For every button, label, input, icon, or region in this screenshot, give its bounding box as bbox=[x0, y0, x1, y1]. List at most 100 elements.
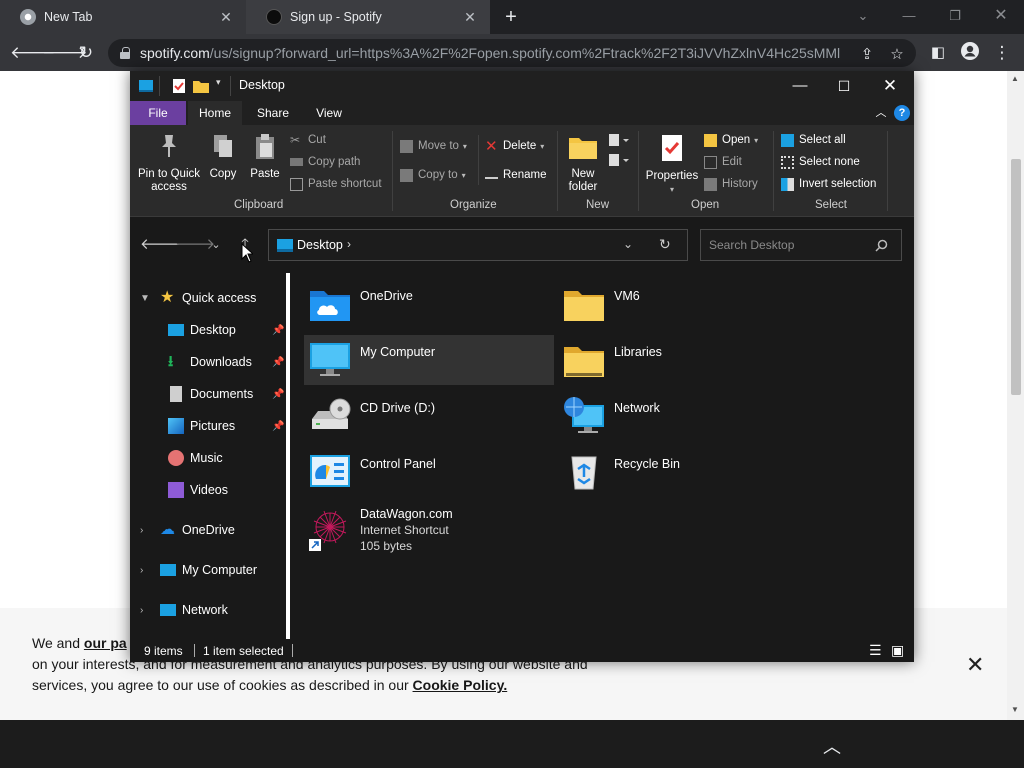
breadcrumb-chevron-icon[interactable]: › bbox=[347, 237, 351, 251]
tab-title: New Tab bbox=[44, 10, 93, 24]
menu-icon[interactable]: ⋮ bbox=[990, 41, 1014, 65]
easy-access-icon[interactable] bbox=[608, 153, 630, 169]
close-icon[interactable]: ✕ bbox=[868, 74, 912, 98]
page-scrollbar[interactable]: ▲ ▼ bbox=[1007, 71, 1024, 720]
large-icons-view-icon[interactable]: ▣ bbox=[891, 642, 904, 659]
breadcrumb-desktop[interactable]: Desktop bbox=[297, 238, 343, 252]
chevron-right-icon[interactable]: › bbox=[140, 605, 143, 616]
nav-videos[interactable]: Videos bbox=[168, 478, 228, 502]
tab-view[interactable]: View bbox=[304, 101, 354, 125]
cut-button[interactable]: ✂ Cut bbox=[290, 131, 326, 149]
chevron-down-icon[interactable]: ▼ bbox=[140, 293, 150, 304]
share-icon[interactable]: ⇪ bbox=[858, 45, 876, 63]
recent-locations-icon[interactable]: ⌄ bbox=[206, 235, 226, 255]
nav-music[interactable]: Music bbox=[168, 446, 223, 470]
forward-icon[interactable]: 🡒 bbox=[175, 235, 215, 255]
refresh-icon[interactable]: ↻ bbox=[659, 236, 671, 253]
close-window-icon[interactable]: ✕ bbox=[978, 4, 1024, 28]
new-folder-button[interactable]: New folder bbox=[562, 133, 604, 194]
cookie-close-icon[interactable]: ✕ bbox=[966, 654, 984, 676]
list-item-cd-drive[interactable]: CD Drive (D:) bbox=[304, 391, 554, 441]
tab-file[interactable]: File bbox=[130, 101, 186, 125]
divider bbox=[392, 131, 393, 211]
rename-button[interactable]: Rename bbox=[485, 166, 546, 184]
chevron-up-icon[interactable]: ︿ bbox=[822, 733, 842, 757]
copy-path-button[interactable]: Copy path bbox=[290, 153, 360, 171]
reload-icon[interactable]: ↻ bbox=[74, 41, 98, 65]
nav-onedrive[interactable]: ☁ OneDrive bbox=[160, 518, 235, 542]
tab-home[interactable]: Home bbox=[188, 101, 242, 125]
edit-button[interactable]: Edit bbox=[704, 153, 742, 171]
help-icon[interactable]: ? bbox=[894, 105, 910, 121]
details-view-icon[interactable]: ☰ bbox=[869, 642, 882, 659]
nav-my-computer[interactable]: My Computer bbox=[160, 558, 257, 582]
nav-network[interactable]: Network bbox=[160, 598, 228, 622]
nav-desktop[interactable]: Desktop bbox=[168, 318, 236, 342]
properties-button[interactable]: Properties ▾ bbox=[644, 133, 700, 196]
delete-button[interactable]: ✕ Delete ▾ bbox=[485, 137, 544, 155]
list-item-control-panel[interactable]: Control Panel bbox=[304, 447, 554, 497]
back-icon[interactable]: 🡐 bbox=[10, 41, 56, 65]
list-item-my-computer[interactable]: My Computer bbox=[304, 335, 554, 385]
minimize-icon[interactable]: — bbox=[886, 4, 932, 28]
new-item-icon[interactable] bbox=[608, 133, 630, 149]
address-bar[interactable]: spotify.com/us/signup?forward_url=https%… bbox=[108, 39, 916, 67]
item-name: Control Panel bbox=[360, 457, 436, 471]
restore-icon[interactable]: ❐ bbox=[932, 4, 978, 28]
onedrive-folder-icon bbox=[310, 291, 350, 321]
chevron-down-icon[interactable]: ⌄ bbox=[623, 237, 633, 251]
copy-button[interactable]: Copy bbox=[206, 133, 240, 181]
list-item-datawagon[interactable]: DataWagon.com Internet Shortcut 105 byte… bbox=[304, 503, 554, 559]
bookmark-star-icon[interactable]: ☆ bbox=[888, 45, 906, 63]
new-tab-button[interactable]: + bbox=[500, 5, 522, 29]
group-label-new: New bbox=[586, 199, 610, 211]
move-to-button[interactable]: Move to ▾ bbox=[400, 137, 467, 155]
nav-documents[interactable]: Documents bbox=[168, 382, 253, 406]
tab-spotify-signup[interactable]: Sign up - Spotify ✕ bbox=[246, 0, 490, 34]
search-input[interactable]: Search Desktop bbox=[700, 229, 902, 261]
list-item-vm6[interactable]: VM6 bbox=[558, 279, 808, 329]
pin-quick-access-button[interactable]: Pin to Quick access bbox=[136, 133, 202, 194]
maximize-icon[interactable]: ☐ bbox=[822, 74, 866, 98]
minimize-icon[interactable]: — bbox=[778, 74, 822, 98]
list-item-onedrive[interactable]: OneDrive bbox=[304, 279, 554, 329]
scroll-down-icon[interactable]: ▼ bbox=[1011, 705, 1019, 714]
properties-qat-icon[interactable] bbox=[172, 78, 186, 94]
cookie-partners-link[interactable]: our pa bbox=[84, 635, 127, 651]
paste-button[interactable]: Paste bbox=[246, 133, 284, 181]
copy-to-button[interactable]: Copy to ▾ bbox=[400, 166, 466, 184]
back-icon[interactable]: 🡐 bbox=[140, 235, 180, 255]
forward-icon[interactable]: 🡒 bbox=[42, 41, 88, 65]
list-item-recycle-bin[interactable]: Recycle Bin bbox=[558, 447, 808, 497]
tab-search-icon[interactable]: ⌄ bbox=[840, 4, 886, 28]
open-button[interactable]: Open ▾ bbox=[704, 131, 758, 149]
close-icon[interactable]: ✕ bbox=[462, 9, 478, 26]
list-item-network[interactable]: Network bbox=[558, 391, 808, 441]
select-all-button[interactable]: Select all bbox=[781, 131, 846, 149]
cookie-policy-link[interactable]: Cookie Policy. bbox=[413, 677, 508, 693]
scrollbar-thumb[interactable] bbox=[1011, 159, 1021, 395]
side-panel-icon[interactable]: ◧ bbox=[926, 41, 950, 65]
tab-new-tab[interactable]: New Tab ✕ bbox=[0, 0, 246, 34]
scroll-up-icon[interactable]: ▲ bbox=[1011, 74, 1019, 83]
history-button[interactable]: History bbox=[704, 175, 758, 193]
new-folder-label: New folder bbox=[568, 168, 598, 193]
chevron-right-icon[interactable]: › bbox=[140, 525, 143, 536]
new-folder-qat-icon[interactable] bbox=[192, 78, 210, 94]
list-item-libraries[interactable]: Libraries bbox=[558, 335, 808, 385]
close-icon[interactable]: ✕ bbox=[218, 9, 234, 26]
nav-pictures[interactable]: Pictures bbox=[168, 414, 235, 438]
paste-shortcut-button[interactable]: Paste shortcut bbox=[290, 175, 382, 193]
nav-downloads[interactable]: ⭳ Downloads bbox=[168, 350, 252, 374]
invert-selection-button[interactable]: Invert selection bbox=[781, 175, 876, 193]
collapse-ribbon-icon[interactable]: ︿ bbox=[870, 101, 892, 125]
customize-qat-icon[interactable]: ▾ bbox=[216, 77, 221, 93]
cookie-text: We and bbox=[32, 635, 84, 651]
nav-quick-access[interactable]: ★ Quick access bbox=[160, 286, 256, 310]
pin-label: Pin to Quick access bbox=[138, 168, 200, 193]
select-none-button[interactable]: Select none bbox=[781, 153, 860, 171]
chevron-right-icon[interactable]: › bbox=[140, 565, 143, 576]
address-bar[interactable]: Desktop › ⌄ ↻ bbox=[268, 229, 688, 261]
tab-share[interactable]: Share bbox=[246, 101, 300, 125]
profile-icon[interactable] bbox=[958, 41, 982, 65]
